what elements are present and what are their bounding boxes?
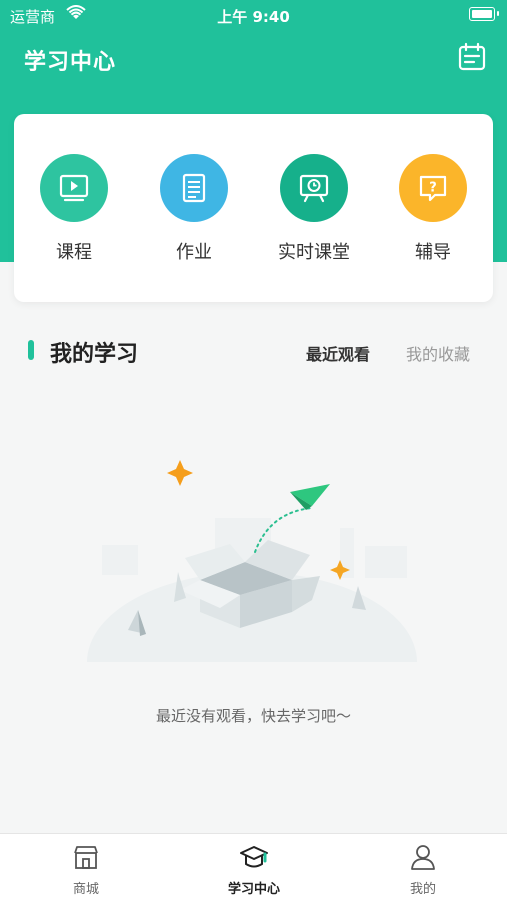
category-label: 课程: [56, 242, 92, 263]
category-card: 课程 作业 实时课堂 ? 辅导: [14, 114, 493, 302]
category-label: 实时课堂: [278, 242, 350, 263]
document-icon: [160, 154, 228, 222]
tab-label: 我的: [409, 882, 436, 897]
section-accent-bar: [28, 340, 34, 360]
live-screen-icon: [280, 154, 348, 222]
user-icon: [408, 845, 438, 876]
bottom-tab-bar: 商城 学习中心 我的: [0, 833, 507, 901]
clock: 上午 9:40: [217, 8, 290, 26]
category-course[interactable]: 课程: [19, 154, 129, 264]
video-icon: [40, 154, 108, 222]
question-chat-icon: ?: [399, 154, 467, 222]
tab-study-center[interactable]: 学习中心: [194, 842, 314, 897]
category-label: 辅导: [415, 242, 451, 263]
section-title: 我的学习: [50, 342, 139, 367]
battery-icon: [469, 7, 499, 21]
status-bar: 运营商 上午 9:40: [0, 0, 507, 30]
tab-store[interactable]: 商城: [26, 842, 146, 897]
tab-profile[interactable]: 我的: [363, 842, 483, 897]
page-title: 学习中心: [24, 50, 117, 75]
calendar-icon[interactable]: [457, 42, 487, 72]
tab-label: 商城: [72, 882, 99, 897]
store-icon: [71, 846, 101, 876]
empty-state-text: 最近没有观看，快去学习吧～: [155, 707, 351, 725]
tab-favorites[interactable]: 我的收藏: [406, 341, 470, 365]
tab-recent[interactable]: 最近观看: [306, 341, 370, 365]
category-label: 作业: [176, 242, 212, 263]
empty-state-illustration: [80, 440, 430, 752]
category-live-class[interactable]: 实时课堂: [259, 154, 369, 264]
category-homework[interactable]: 作业: [139, 154, 249, 264]
category-tutoring[interactable]: ? 辅导: [378, 154, 488, 264]
graduation-cap-icon: [238, 846, 270, 876]
tab-label: 学习中心: [227, 882, 280, 897]
svg-text:?: ?: [429, 181, 437, 196]
